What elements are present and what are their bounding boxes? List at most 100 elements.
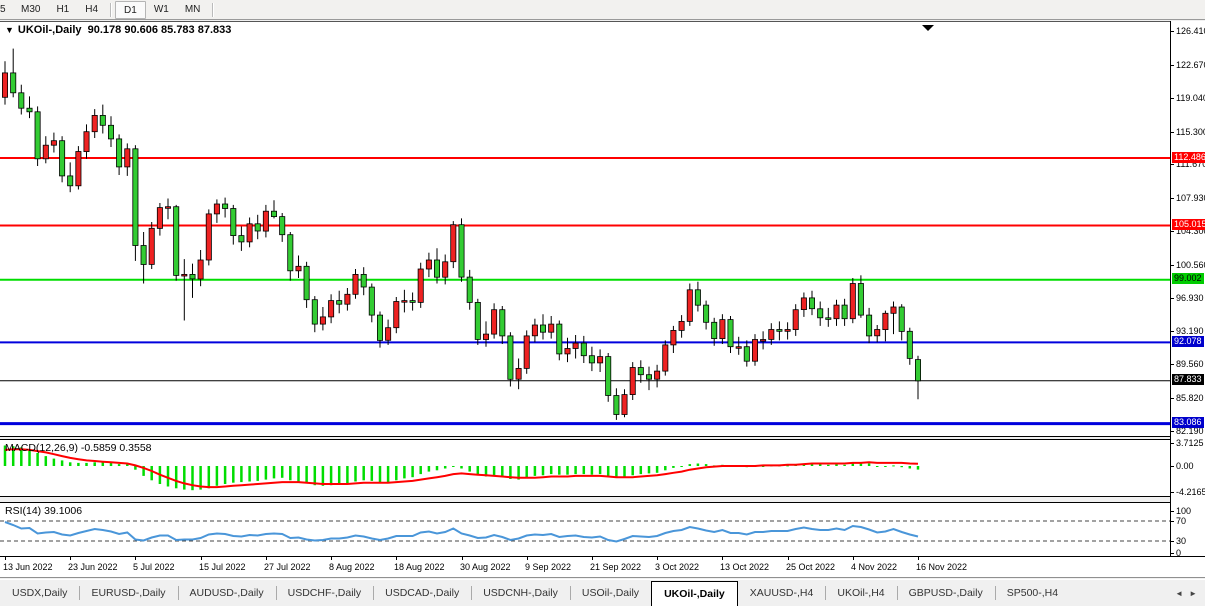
candle-body	[687, 290, 692, 322]
candle-body	[736, 347, 741, 349]
date-axis[interactable]: 13 Jun 202223 Jun 20225 Jul 202215 Jul 2…	[0, 556, 1205, 577]
candle-body	[68, 176, 73, 186]
candle-body	[598, 357, 603, 363]
candle-body	[858, 284, 863, 316]
candle-body	[663, 345, 668, 371]
candle-body	[386, 328, 391, 341]
chart-tab-ukoil-h4[interactable]: UKOil-,H4	[825, 580, 896, 606]
rsi-tick-label: 100	[1176, 506, 1191, 516]
candlestick-chart[interactable]	[0, 22, 1170, 436]
trading-terminal-window: 5M30H1H4D1W1MN ▼UKOil-,Daily 90.178 90.6…	[0, 0, 1205, 606]
tab-scroll-right-icon[interactable]: ►	[1189, 589, 1197, 598]
symbol-dropdown-icon[interactable]: ▼	[5, 25, 14, 35]
macd-indicator-pane[interactable]: MACD(12,26,9) -0.5859 0.3558	[0, 440, 1170, 497]
candle-body	[35, 112, 40, 159]
candle-body	[100, 115, 105, 125]
candle-body	[581, 343, 586, 356]
chart-tab-audusd-daily[interactable]: AUDUSD-,Daily	[178, 580, 276, 606]
price-badge-112.486: 112.486	[1172, 152, 1205, 163]
candle-body	[377, 315, 382, 340]
date-tick-label: 9 Sep 2022	[525, 562, 571, 572]
chart-shift-marker-icon[interactable]	[922, 25, 934, 31]
candle-body	[695, 290, 700, 305]
candle-body	[51, 141, 56, 146]
price-badge-105.015: 105.015	[1172, 219, 1205, 230]
candle-body	[402, 301, 407, 303]
price-badge-99.002: 99.002	[1172, 273, 1204, 284]
timeframe-button-mn[interactable]: MN	[177, 1, 209, 19]
candle-body	[728, 320, 733, 347]
rsi-label: RSI(14) 39.1006	[5, 505, 82, 517]
date-tick-label: 25 Oct 2022	[786, 562, 835, 572]
chart-tab-usdcad-daily[interactable]: USDCAD-,Daily	[373, 580, 471, 606]
candle-body	[622, 395, 627, 415]
candle-body	[826, 318, 831, 320]
price-tick-label: 96.930	[1176, 293, 1204, 303]
chart-tab-usdcnh-daily[interactable]: USDCNH-,Daily	[471, 580, 570, 606]
macd-label: MACD(12,26,9) -0.5859 0.3558	[5, 442, 152, 454]
chart-tab-gbpusd-daily[interactable]: GBPUSD-,Daily	[897, 580, 995, 606]
timeframe-button-w1[interactable]: W1	[146, 1, 177, 19]
candle-body	[492, 310, 497, 334]
candle-body	[875, 330, 880, 336]
price-tick-label: 119.040	[1176, 93, 1205, 103]
candle-body	[11, 73, 16, 93]
candle-body	[801, 298, 806, 310]
price-tick-label: 100.560	[1176, 260, 1205, 270]
price-tick-label: 126.410	[1176, 26, 1205, 36]
candle-body	[76, 152, 81, 186]
candle-body	[280, 217, 285, 235]
macd-chart[interactable]	[0, 440, 1170, 496]
candle-body	[190, 274, 195, 279]
toolbar-separator	[110, 3, 111, 17]
candle-body	[907, 331, 912, 358]
timeframe-button-h4[interactable]: H4	[77, 1, 106, 19]
timeframe-button-d1[interactable]: D1	[115, 1, 146, 19]
chart-tab-eurusd-daily[interactable]: EURUSD-,Daily	[79, 580, 177, 606]
candle-body	[532, 325, 537, 336]
timeframe-button-5[interactable]: 5	[0, 1, 13, 19]
date-tick-mark	[722, 557, 723, 560]
candle-body	[108, 125, 113, 139]
rsi-indicator-pane[interactable]: RSI(14) 39.1006	[0, 503, 1170, 556]
date-tick-mark	[331, 557, 332, 560]
candle-body	[842, 305, 847, 319]
candle-body	[337, 301, 342, 305]
rsi-chart[interactable]	[0, 503, 1170, 556]
candle-body	[899, 307, 904, 331]
timeframe-button-m30[interactable]: M30	[13, 1, 48, 19]
candle-body	[223, 204, 228, 209]
chart-tab-usdchf-daily[interactable]: USDCHF-,Daily	[276, 580, 374, 606]
timeframe-toolbar: 5M30H1H4 D1W1MN	[0, 0, 1205, 20]
candle-body	[312, 300, 317, 324]
chart-tab-ukoil-daily[interactable]: UKOil-,Daily	[651, 581, 738, 606]
price-axis[interactable]: 126.410122.670119.040115.300111.670107.9…	[1170, 21, 1205, 556]
chart-title: ▼UKOil-,Daily 90.178 90.606 85.783 87.83…	[5, 24, 231, 36]
chart-tab-usoil-daily[interactable]: USOil-,Daily	[570, 580, 651, 606]
candle-body	[345, 294, 350, 304]
candle-body	[149, 228, 154, 264]
candle-body	[508, 336, 513, 379]
candle-body	[60, 141, 65, 176]
chart-tab-usdx-daily[interactable]: USDX,Daily	[0, 580, 79, 606]
date-tick-mark	[853, 557, 854, 560]
symbol-name: UKOil-,Daily	[18, 24, 82, 36]
candle-body	[117, 139, 122, 167]
price-chart-pane[interactable]: ▼UKOil-,Daily 90.178 90.606 85.783 87.83…	[0, 21, 1170, 437]
price-tick-label: 107.930	[1176, 193, 1205, 203]
timeframe-button-h1[interactable]: H1	[48, 1, 77, 19]
candle-body	[247, 224, 252, 242]
chart-tab-xauusd-h4[interactable]: XAUUSD-,H4	[738, 580, 826, 606]
candle-body	[141, 246, 146, 265]
tab-scroll-left-icon[interactable]: ◄	[1175, 589, 1183, 598]
candle-body	[410, 301, 415, 303]
candle-body	[704, 305, 709, 322]
chart-tab-sp500-h4[interactable]: SP500-,H4	[995, 580, 1070, 606]
date-tick-mark	[5, 557, 6, 560]
date-tick-label: 16 Nov 2022	[916, 562, 967, 572]
date-tick-label: 13 Oct 2022	[720, 562, 769, 572]
rsi-tick-label: 30	[1176, 536, 1186, 546]
candle-body	[434, 260, 439, 277]
candle-body	[818, 309, 823, 318]
candle-body	[320, 317, 325, 324]
